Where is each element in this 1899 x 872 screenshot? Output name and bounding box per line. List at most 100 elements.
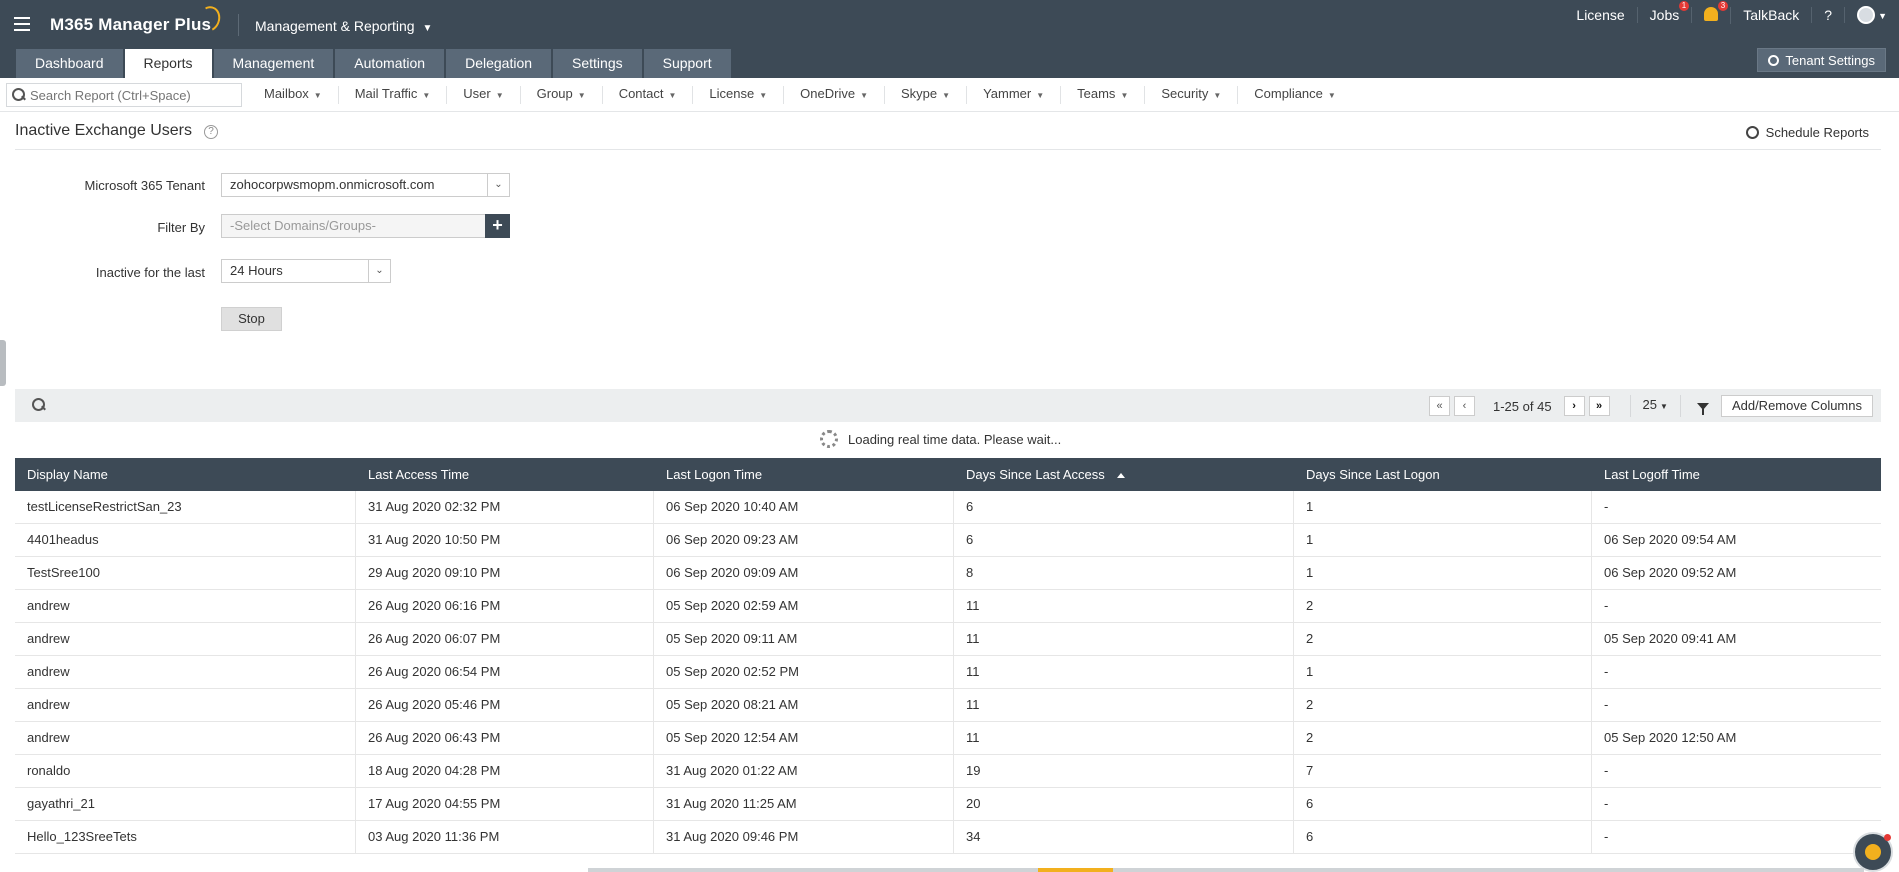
table-body: testLicenseRestrictSan_23 31 Aug 2020 02:… [15,491,1881,854]
inactive-label: Inactive for the last [95,265,205,280]
module-switcher[interactable]: Management & Reporting ▼ [255,18,432,34]
cell-last-logoff-time: - [1604,829,1609,844]
brand-logo[interactable]: M365 Manager Plus [50,15,211,35]
tab-dashboard[interactable]: Dashboard [16,49,123,78]
menu-compliance[interactable]: Compliance ▼ [1238,86,1352,104]
support-avatar-icon [1865,844,1881,860]
table-row[interactable]: andrew 26 Aug 2020 06:07 PM 05 Sep 2020 09… [15,623,1881,656]
tenant-settings-button[interactable]: Tenant Settings [1757,48,1886,72]
jobs-link[interactable]: Jobs 1 [1638,1,1693,23]
chevron-down-icon: ⌄ [487,174,509,196]
page-size-select[interactable]: 25 ▼ [1629,395,1681,417]
filter-icon[interactable] [1696,402,1709,415]
table-row[interactable]: andrew 26 Aug 2020 06:43 PM 05 Sep 2020 12… [15,722,1881,755]
tab-support[interactable]: Support [643,49,731,78]
menu-compliance-label: Compliance [1254,86,1323,101]
cell-last-logoff-time: - [1604,697,1609,712]
prev-page-button[interactable]: ‹ [1454,396,1475,416]
col-last-access-time[interactable]: Last Access Time [356,458,654,491]
col-days-since-last-access[interactable]: Days Since Last Access [954,458,1294,491]
menu-yammer[interactable]: Yammer ▼ [967,86,1062,104]
first-page-button[interactable]: « [1429,396,1450,416]
menu-group[interactable]: Group ▼ [521,86,603,104]
menu-user[interactable]: User ▼ [447,86,521,104]
notifications-button[interactable]: 3 [1692,0,1732,24]
bell-icon [1704,6,1719,21]
add-remove-columns-button[interactable]: Add/Remove Columns [1720,395,1873,417]
menu-mailbox[interactable]: Mailbox ▼ [248,86,339,104]
col-display-name[interactable]: Display Name [15,458,356,491]
schedule-reports-link[interactable]: Schedule Reports [1745,125,1869,140]
cell-last-access-time: 31 Aug 2020 02:32 PM [356,491,654,523]
help-circle-icon[interactable]: ? [203,125,218,139]
table-row[interactable]: testLicenseRestrictSan_23 31 Aug 2020 02:… [15,491,1881,524]
menu-teams-label: Teams [1077,86,1116,101]
user-menu[interactable]: ▼ [1845,6,1899,25]
menu-contact[interactable]: Contact ▼ [603,86,694,104]
menu-license[interactable]: License ▼ [693,86,785,104]
tenant-select[interactable]: zohocorpwsmopm.onmicrosoft.com ⌄ [221,173,510,197]
talkback-link[interactable]: TalkBack [1731,7,1813,23]
cell-last-access-time: 31 Aug 2020 10:50 PM [356,524,654,556]
app: M365 Manager Plus Management & Reporting… [0,0,1899,872]
col-last-logoff-time[interactable]: Last Logoff Time [1592,458,1881,491]
table-row[interactable]: ronaldo 18 Aug 2020 04:28 PM 31 Aug 2020 0… [15,755,1881,788]
tab-management[interactable]: Management [213,49,334,78]
inactive-period-select[interactable]: 24 Hours ⌄ [221,259,391,283]
module-switcher-label: Management & Reporting [255,18,415,34]
tab-settings[interactable]: Settings [553,49,642,78]
table-row[interactable]: Hello_123SreeTets 03 Aug 2020 11:36 PM 31 … [15,821,1881,854]
table-row[interactable]: gayathri_21 17 Aug 2020 04:55 PM 31 Aug 20… [15,788,1881,821]
menu-skype[interactable]: Skype ▼ [885,86,968,104]
next-page-button[interactable]: › [1563,396,1585,416]
cell-last-logoff-time: 06 Sep 2020 09:52 AM [1604,565,1737,580]
menu-group-label: Group [536,86,573,101]
add-filter-button[interactable]: + [485,214,510,238]
schedule-reports-label: Schedule Reports [1765,125,1869,140]
horizontal-scrollbar[interactable] [588,868,1864,872]
side-panel-handle[interactable] [0,340,6,386]
pager: « ‹ 1-25 of 45 › » 25 ▼ Add/Remove Column… [1429,395,1881,417]
chevron-down-icon: ▼ [1660,402,1668,411]
cell-last-logon-time: 05 Sep 2020 09:11 AM [654,623,954,655]
menu-teams[interactable]: Teams ▼ [1061,86,1146,104]
tenant-select-value: zohocorpwsmopm.onmicrosoft.com [230,177,435,192]
tab-automation[interactable]: Automation [335,49,445,78]
table-row[interactable]: andrew 26 Aug 2020 06:54 PM 05 Sep 2020 02… [15,656,1881,689]
search-report-input[interactable] [30,87,230,103]
menu-security[interactable]: Security ▼ [1145,86,1239,104]
table-row[interactable]: 4401headus 31 Aug 2020 10:50 PM 06 Sep 202… [15,524,1881,557]
col-days-since-last-access-label: Days Since Last Access [966,467,1105,482]
table-row[interactable]: andrew 26 Aug 2020 06:16 PM 05 Sep 2020 02… [15,590,1881,623]
chat-support-button[interactable] [1853,832,1893,872]
hamburger-menu-icon[interactable] [14,17,30,31]
clock-icon [1745,126,1759,139]
table-row[interactable]: andrew 26 Aug 2020 05:46 PM 05 Sep 2020 08… [15,689,1881,722]
tenant-label: Microsoft 365 Tenant [84,178,205,193]
last-page-button[interactable]: » [1588,396,1610,416]
filter-domains-input[interactable]: -Select Domains/Groups- [221,214,486,238]
chevron-down-icon: ▼ [313,91,322,100]
scrollbar-thumb[interactable] [1038,868,1113,872]
tab-reports[interactable]: Reports [124,49,212,78]
chevron-down-icon: ▼ [1036,91,1045,100]
table-row[interactable]: TestSree100 29 Aug 2020 09:10 PM 06 Sep 20… [15,557,1881,590]
cell-last-access-time: 17 Aug 2020 04:55 PM [356,788,654,820]
search-icon[interactable] [32,398,46,412]
cell-last-access-time: 26 Aug 2020 05:46 PM [356,689,654,721]
menu-mail-traffic[interactable]: Mail Traffic ▼ [339,86,448,104]
stop-button[interactable]: Stop [221,307,282,331]
cell-last-logon-time: 31 Aug 2020 11:25 AM [654,788,954,820]
license-link[interactable]: License [1564,7,1638,23]
chevron-down-icon: ▼ [759,91,768,100]
chevron-down-icon: ▼ [860,91,868,100]
help-link[interactable]: ? [1812,7,1846,23]
menu-onedrive[interactable]: OneDrive ▼ [784,86,885,104]
search-report-box[interactable] [6,83,242,107]
cell-last-access-time: 18 Aug 2020 04:28 PM [356,755,654,787]
col-last-logon-time[interactable]: Last Logon Time [654,458,954,491]
chevron-down-icon: ⌄ [368,260,390,282]
tab-delegation[interactable]: Delegation [446,49,552,78]
col-days-since-last-logon[interactable]: Days Since Last Logon [1294,458,1592,491]
search-icon [12,88,26,102]
